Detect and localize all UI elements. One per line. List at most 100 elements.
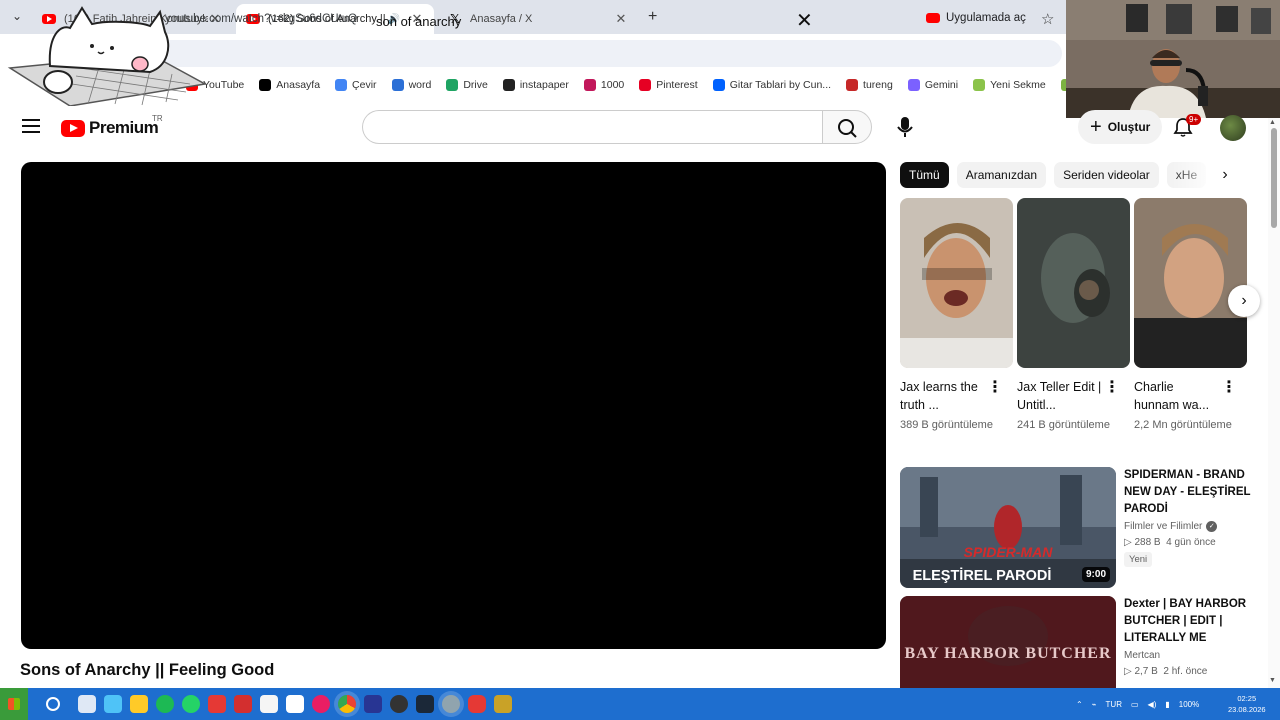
view-count: 2,7 B — [1134, 666, 1158, 677]
scroll-up-arrow-icon[interactable]: ▲ — [1269, 119, 1276, 126]
bookmark-item[interactable]: 1000 — [583, 79, 624, 91]
battery-percent: 100% — [1178, 699, 1200, 709]
tray-chevron-icon[interactable]: ⌃ — [1076, 700, 1083, 709]
short-title[interactable]: Jax Teller Edit | Untitl... — [1017, 378, 1103, 414]
youtube-header: Premium TR + Oluştur 9+ — [0, 106, 1280, 150]
bookmark-item[interactable]: Drive — [446, 79, 488, 91]
battery-icon[interactable]: ▮ — [1165, 700, 1169, 709]
bookmark-item[interactable]: word — [391, 79, 431, 91]
video-info: Dexter | BAY HARBOR BUTCHER | EDIT | LIT… — [1124, 596, 1256, 677]
create-button[interactable]: + Oluştur — [1078, 110, 1163, 144]
network-icon[interactable]: ⌁ — [1092, 700, 1097, 709]
system-clock[interactable]: 02:25 23.08.2026 — [1228, 693, 1266, 715]
app-icon[interactable] — [208, 695, 226, 713]
chrome-icon[interactable] — [338, 695, 356, 713]
duration-badge: 9:00 — [1081, 567, 1110, 582]
media-player-icon[interactable] — [312, 695, 330, 713]
bookmark-item[interactable]: tureng — [846, 79, 893, 91]
volume-icon[interactable]: ◀) — [1148, 700, 1157, 709]
video-title-link[interactable]: Dexter | BAY HARBOR BUTCHER | EDIT | LIT… — [1124, 596, 1256, 647]
short-title[interactable]: Jax learns the truth ... — [900, 378, 986, 414]
short-thumbnail[interactable] — [1134, 198, 1247, 368]
voice-search-button[interactable] — [886, 108, 924, 146]
search-button[interactable] — [822, 110, 872, 144]
tab-anasayfa-x[interactable]: 𝕏 Anasayfa / X ✕ — [438, 4, 638, 34]
app-icon[interactable] — [234, 695, 252, 713]
short-title[interactable]: Charlie hunnam wa... — [1134, 378, 1220, 414]
search-icon[interactable] — [46, 697, 60, 711]
menu-icon[interactable] — [22, 119, 40, 133]
spotify-icon[interactable] — [156, 695, 174, 713]
channel-row: Filmler ve Filimler ✓ — [1124, 521, 1256, 532]
avatar[interactable] — [1220, 115, 1246, 141]
chip-from-search[interactable]: Aramanızdan — [956, 162, 1047, 188]
new-tab-button[interactable]: + — [648, 8, 657, 26]
omnibox[interactable] — [150, 40, 1062, 67]
short-thumbnail[interactable] — [1017, 198, 1130, 368]
chat-icon[interactable] — [468, 695, 486, 713]
clock-time: 02:25 — [1237, 694, 1257, 703]
more-options-icon[interactable]: ⋮ — [1104, 380, 1120, 396]
scroll-down-arrow-icon[interactable]: ▼ — [1269, 677, 1276, 684]
whatsapp-icon[interactable] — [182, 695, 200, 713]
logo-country-code: TR — [152, 114, 163, 123]
channel-name[interactable]: Filmler ve Filimler — [1124, 521, 1202, 532]
video-info: SPIDERMAN - BRAND NEW DAY - ELEŞTİREL PA… — [1124, 467, 1256, 567]
bookmark-label: Yeni Sekme — [990, 79, 1046, 91]
short-views: 241 B görüntüleme — [1017, 419, 1110, 431]
search-query[interactable]: son of anarchy — [376, 14, 461, 29]
search-input[interactable] — [362, 110, 822, 144]
app-icon[interactable] — [260, 695, 278, 713]
verified-check-icon: ✓ — [1206, 521, 1218, 532]
channel-name[interactable]: Mertcan — [1124, 650, 1160, 661]
short-item[interactable]: Jax Teller Edit | Untitl... ⋮ 241 B görü… — [1017, 198, 1130, 434]
video-title: Sons of Anarchy || Feeling Good — [20, 661, 275, 679]
video-player[interactable] — [21, 162, 886, 649]
language-indicator[interactable]: TUR — [1106, 700, 1122, 709]
chip-from-series[interactable]: Seriden videolar — [1054, 162, 1159, 188]
tab-title: Anasayfa / X — [470, 13, 533, 25]
tab-close-icon[interactable]: ✕ — [614, 11, 628, 27]
short-item[interactable]: Charlie hunnam wa... ⋮ 2,2 Mn görüntülem… — [1134, 198, 1247, 434]
video-thumbnail[interactable]: BAY HARBOR BUTCHER — [900, 596, 1116, 688]
more-options-icon[interactable]: ⋮ — [1221, 380, 1237, 396]
bookmark-item[interactable]: Pinterest — [639, 79, 698, 91]
short-item[interactable]: Jax learns the truth ... ⋮ 389 B görüntü… — [900, 198, 1013, 434]
cloud-icon[interactable] — [286, 695, 304, 713]
app-icon[interactable] — [442, 695, 460, 713]
thumbnail-title-text: SPIDER-MAN — [964, 544, 1054, 560]
start-button[interactable] — [0, 688, 28, 720]
clear-search-icon[interactable]: ✕ — [796, 8, 813, 33]
game-icon[interactable] — [494, 695, 512, 713]
video-title-link[interactable]: SPIDERMAN - BRAND NEW DAY - ELEŞTİREL PA… — [1124, 467, 1256, 518]
bookmark-star-icon[interactable]: ☆ — [1041, 10, 1054, 28]
shorts-next-button[interactable]: › — [1228, 285, 1260, 317]
more-options-icon[interactable]: ⋮ — [987, 380, 1003, 396]
bookmark-item[interactable]: Gitar Tablari by Cun... — [712, 79, 831, 91]
app-icon[interactable] — [364, 695, 382, 713]
bookmark-item[interactable]: instapaper — [502, 79, 569, 91]
open-in-app-button[interactable]: Uygulamada aç — [926, 12, 1026, 24]
file-explorer-icon[interactable] — [130, 695, 148, 713]
bookmark-item[interactable]: Anasayfa — [259, 79, 320, 91]
scrollbar-thumb[interactable] — [1271, 128, 1277, 228]
bookmark-item[interactable]: Yeni Sekme — [973, 79, 1046, 91]
store-icon[interactable] — [104, 695, 122, 713]
video-thumbnail[interactable]: SPIDER-MAN ELEŞTİREL PARODİ 9:00 — [900, 467, 1116, 588]
chevron-right-icon[interactable]: › — [1212, 162, 1238, 188]
monitor-icon[interactable]: ▭ — [1131, 700, 1139, 709]
plus-icon: + — [1090, 115, 1102, 138]
bookmark-item[interactable]: Çevir — [335, 79, 377, 91]
chip-all[interactable]: Tümü — [900, 162, 949, 188]
task-view-icon[interactable] — [78, 695, 96, 713]
short-thumbnail[interactable] — [900, 198, 1013, 368]
obs-icon[interactable] — [390, 695, 408, 713]
related-video-item[interactable]: SPIDER-MAN ELEŞTİREL PARODİ 9:00 SPIDERM… — [900, 467, 1270, 588]
short-views: 2,2 Mn görüntüleme — [1134, 419, 1232, 431]
video-meta: ▷ 2,7 B 2 hf. önce — [1124, 666, 1208, 677]
microphone-icon — [897, 117, 913, 137]
steam-icon[interactable] — [416, 695, 434, 713]
bookmark-item[interactable]: Gemini — [907, 79, 958, 91]
related-video-item[interactable]: BAY HARBOR BUTCHER Dexter | BAY HARBOR B… — [900, 596, 1270, 688]
youtube-premium-logo[interactable]: Premium — [61, 118, 159, 138]
